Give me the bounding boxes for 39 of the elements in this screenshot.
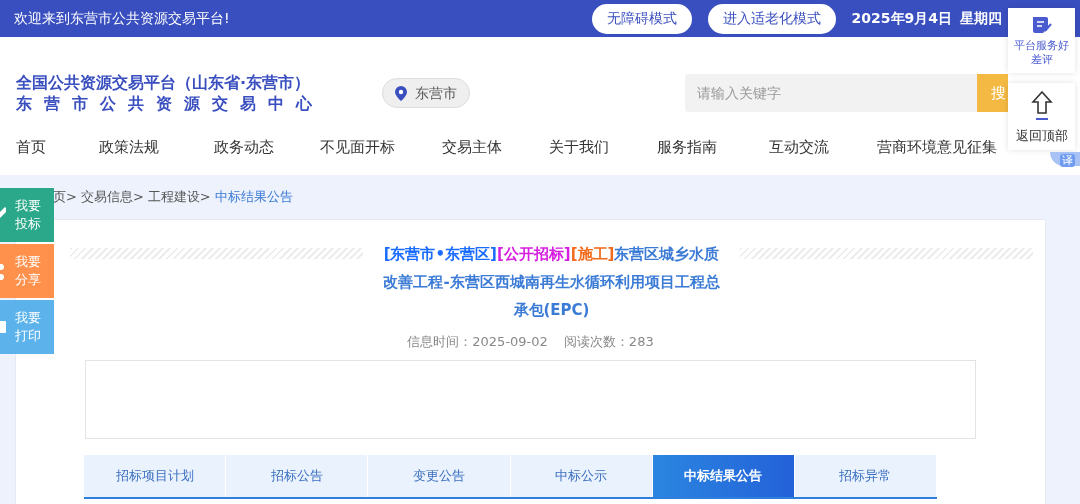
- site-subtitle: 东营市公共资源交易中心: [16, 93, 324, 114]
- meta-text: 信息时间：2025-09-02: [407, 333, 548, 351]
- breadcrumb-link[interactable]: 工程建设: [147, 187, 200, 207]
- breadcrumb-link[interactable]: 中标结果公告: [214, 187, 293, 207]
- tab[interactable]: 招标项目计划: [84, 454, 227, 497]
- breadcrumb-separator: >: [132, 188, 144, 207]
- tab[interactable]: 招标异常: [794, 454, 938, 497]
- article-title: [东营市•东营区][公开招标][施工]东营区城乡水质改善工程-东营区西城南再生水循环利用项目工程总承包(EPC): [382, 244, 721, 321]
- search-field[interactable]: 请输入关键字: [685, 74, 977, 112]
- breadcrumb-link[interactable]: 页: [53, 187, 66, 207]
- note-edit-icon: [1030, 14, 1053, 35]
- tab[interactable]: 中标公示: [510, 454, 653, 497]
- up-arrow-icon: [1030, 90, 1053, 121]
- nav-link[interactable]: 关于我们: [549, 135, 609, 159]
- welcome-text: 欢迎来到东营市公共资源交易平台!: [14, 9, 230, 28]
- meta-text: 阅读次数：283: [563, 333, 654, 351]
- nav-link[interactable]: 政务动态: [214, 135, 274, 159]
- side-panel-button[interactable]: 平台服务好差评: [1008, 8, 1075, 73]
- site-title: 全国公共资源交易平台（山东省·东营市）: [16, 72, 312, 93]
- tab[interactable]: 变更公告: [368, 454, 511, 497]
- side-panel-button[interactable]: 返回顶部: [1008, 83, 1075, 150]
- nav-link[interactable]: 营商环境意见征集: [877, 135, 997, 159]
- mode-button[interactable]: 进入适老化模式: [707, 3, 836, 34]
- nav-link[interactable]: 政策法规: [99, 135, 159, 159]
- nav-link[interactable]: 首页: [16, 135, 46, 159]
- location-pin-icon: [395, 85, 407, 101]
- nav-link[interactable]: 服务指南: [657, 135, 717, 159]
- breadcrumb-link[interactable]: 交易信息: [80, 187, 133, 207]
- tab[interactable]: 中标结果公告: [652, 454, 795, 497]
- weekday-text: 星期四: [960, 9, 1002, 28]
- date-text: 2025年9月4日: [851, 9, 952, 28]
- nav-link[interactable]: 互动交流: [769, 135, 829, 159]
- breadcrumb-separator: >: [199, 188, 211, 207]
- nav-link[interactable]: 交易主体: [442, 135, 502, 159]
- mode-button[interactable]: 无障碍模式: [591, 3, 692, 34]
- nav-link[interactable]: 不见面开标: [320, 135, 395, 159]
- tab[interactable]: 招标公告: [226, 454, 369, 497]
- location-button[interactable]: 东营市: [382, 78, 470, 108]
- breadcrumb-separator: >: [66, 188, 77, 207]
